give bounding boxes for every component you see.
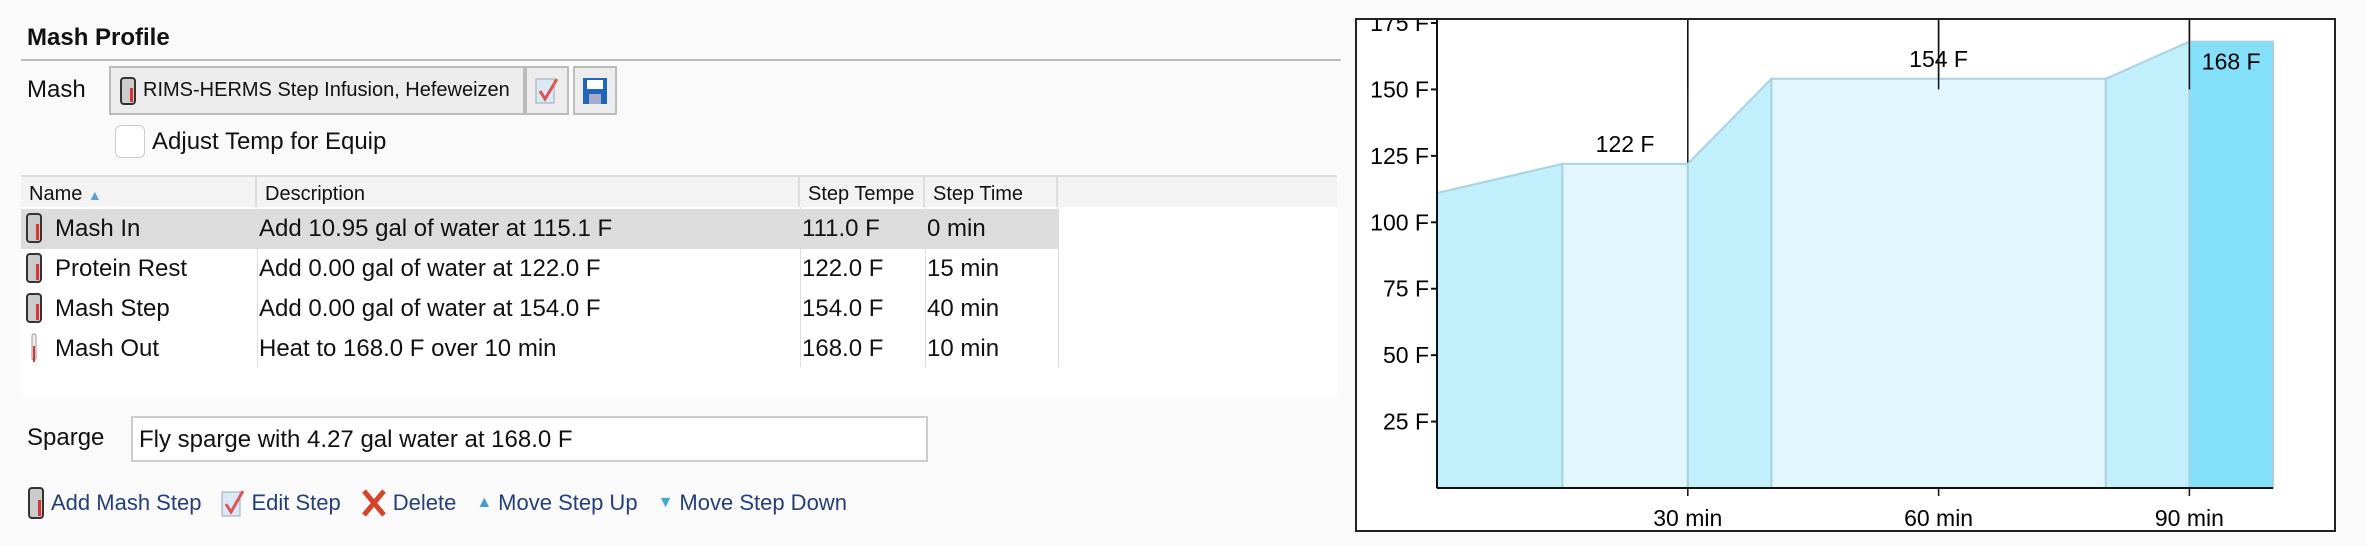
step-description: Heat to 168.0 F over 10 min bbox=[259, 335, 557, 362]
delete-label: Delete bbox=[392, 490, 457, 515]
mash-tun-icon bbox=[28, 487, 44, 519]
add-mash-step-label: Add Mash Step bbox=[51, 490, 202, 515]
sort-ascending-icon: ▲ bbox=[87, 187, 102, 203]
step-area bbox=[1561, 162, 1689, 489]
sparge-label: Sparge bbox=[27, 424, 105, 451]
temp-label: 154 F bbox=[1909, 46, 1968, 72]
triangle-up-icon: ▲ bbox=[476, 494, 493, 511]
y-tick-label: 125 F bbox=[1370, 143, 1429, 169]
step-area bbox=[1770, 77, 2107, 489]
y-tick-label: 25 F bbox=[1383, 409, 1429, 435]
step-temp: 154.0 F bbox=[802, 295, 884, 322]
action-bar: Add Mash Step Edit Step Delete ▲ Move Ste… bbox=[27, 486, 847, 520]
move-step-down-button[interactable]: ▼ Move Step Down bbox=[658, 490, 847, 516]
column-divider bbox=[257, 207, 258, 367]
column-divider bbox=[925, 207, 926, 367]
edit-mash-button[interactable] bbox=[525, 66, 569, 115]
mash-select[interactable]: RIMS-HERMS Step Infusion, Hefeweizen bbox=[109, 66, 525, 115]
mash-tun-icon bbox=[26, 213, 42, 243]
thermometer-icon bbox=[31, 333, 37, 362]
column-divider bbox=[800, 207, 801, 367]
step-name: Protein Rest bbox=[55, 255, 188, 282]
step-time: 40 min bbox=[927, 295, 1000, 322]
temp-label: 168 F bbox=[2202, 49, 2261, 75]
step-time: 15 min bbox=[927, 255, 1000, 282]
step-description: Add 0.00 gal of water at 154.0 F bbox=[259, 295, 601, 322]
sparge-field[interactable]: Fly sparge with 4.27 gal water at 168.0 … bbox=[131, 416, 928, 462]
chart-svg: 25 F 50 F 75 F 100 F 125 F 150 F 175 F 30 min 60… bbox=[1370, 10, 2274, 531]
column-label: Name bbox=[29, 183, 83, 205]
column-header-step-time[interactable]: Step Time bbox=[925, 177, 1058, 207]
edit-icon bbox=[221, 490, 245, 517]
step-description: Add 0.00 gal of water at 122.0 F bbox=[259, 255, 601, 282]
y-tick-label: 150 F bbox=[1370, 76, 1429, 102]
move-step-up-button[interactable]: ▲ Move Step Up bbox=[476, 490, 637, 516]
step-area bbox=[1686, 76, 1773, 489]
step-description: Add 10.95 gal of water at 115.1 F bbox=[259, 215, 613, 242]
y-tick-label: 175 F bbox=[1370, 20, 1429, 36]
step-temp: 111.0 F bbox=[802, 215, 880, 242]
section-title: Mash Profile bbox=[27, 24, 170, 51]
x-tick-label: 90 min bbox=[2155, 505, 2224, 530]
column-header-description[interactable]: Description bbox=[257, 177, 800, 207]
column-header-name[interactable]: Name ▲ bbox=[21, 177, 257, 207]
table-row[interactable]: Protein Rest Add 0.00 gal of water at 12… bbox=[21, 249, 1058, 289]
step-time: 10 min bbox=[927, 335, 1000, 362]
temp-label: 122 F bbox=[1596, 131, 1655, 157]
divider bbox=[21, 59, 1341, 61]
x-tick-label: 30 min bbox=[1653, 505, 1722, 530]
step-temp: 168.0 F bbox=[802, 335, 884, 362]
delete-button[interactable]: Delete bbox=[361, 488, 457, 518]
save-mash-button[interactable] bbox=[573, 66, 617, 115]
step-temp: 122.0 F bbox=[802, 255, 884, 282]
y-tick-label: 50 F bbox=[1383, 342, 1429, 368]
mash-tun-icon bbox=[26, 293, 42, 323]
mash-select-value: RIMS-HERMS Step Infusion, Hefeweizen bbox=[143, 79, 510, 101]
adjust-temp-checkbox[interactable] bbox=[115, 125, 145, 158]
step-area bbox=[2104, 40, 2191, 489]
x-tick-label: 60 min bbox=[1904, 505, 1973, 530]
table-row[interactable]: Mash In Add 10.95 gal of water at 115.1 … bbox=[21, 209, 1058, 249]
move-up-label: Move Step Up bbox=[498, 490, 638, 515]
step-name: Mash In bbox=[55, 215, 141, 242]
step-name: Mash Out bbox=[55, 335, 160, 362]
triangle-down-icon: ▼ bbox=[657, 494, 674, 511]
mash-tun-icon bbox=[26, 253, 42, 283]
step-time: 0 min bbox=[927, 215, 986, 242]
move-down-label: Move Step Down bbox=[679, 490, 847, 515]
edit-step-button[interactable]: Edit Step bbox=[221, 488, 341, 518]
table-row[interactable]: Mash Step Add 0.00 gal of water at 154.0… bbox=[21, 289, 1058, 329]
table-row[interactable]: Mash Out Heat to 168.0 F over 10 min 168… bbox=[21, 329, 1058, 369]
mash-tun-icon bbox=[120, 76, 136, 105]
y-tick-label: 100 F bbox=[1370, 209, 1429, 235]
mash-profile-chart: 25 F 50 F 75 F 100 F 125 F 150 F 175 F 30 min 60… bbox=[1355, 10, 2336, 532]
add-mash-step-button[interactable]: Add Mash Step bbox=[27, 486, 201, 520]
step-name: Mash Step bbox=[55, 295, 170, 322]
y-tick-label: 75 F bbox=[1383, 276, 1429, 302]
edit-icon bbox=[535, 77, 559, 103]
save-icon bbox=[583, 77, 607, 104]
mash-label: Mash bbox=[27, 76, 86, 103]
column-header-step-temp[interactable]: Step Tempe bbox=[800, 177, 925, 207]
column-divider bbox=[1058, 207, 1059, 367]
column-header-filler bbox=[1058, 177, 1337, 207]
adjust-temp-label: Adjust Temp for Equip bbox=[152, 128, 387, 155]
step-area bbox=[1436, 162, 1564, 489]
step-area bbox=[2188, 40, 2274, 489]
mash-steps-table: Name ▲ Description Step Tempe Step Time … bbox=[21, 175, 1337, 397]
delete-x-icon bbox=[361, 489, 386, 517]
edit-step-label: Edit Step bbox=[251, 490, 341, 515]
